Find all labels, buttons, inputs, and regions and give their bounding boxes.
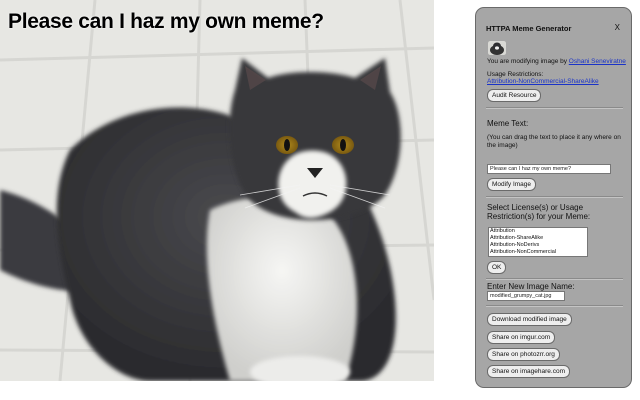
modify-image-button[interactable]: Modify Image xyxy=(487,178,537,191)
meme-caption-text[interactable]: Please can I haz my own meme? xyxy=(8,10,324,34)
meme-text-input[interactable]: Please can I haz my own meme? xyxy=(487,164,611,174)
license-option[interactable]: Attribution-NonCommercial xyxy=(490,249,586,256)
license-label: Select License(s) or Usage Restriction(s… xyxy=(487,203,591,221)
usage-restrictions-link[interactable]: Attribution-NonCommercial-ShareAlike xyxy=(487,78,599,85)
divider xyxy=(486,305,623,307)
meme-text-help: (You can drag the text to place it any w… xyxy=(487,134,621,149)
share-imgur-button[interactable]: Share on imgur.com xyxy=(487,331,556,344)
divider xyxy=(486,107,623,109)
share-imagehare-button[interactable]: Share on imagehare.com xyxy=(487,365,570,378)
ok-button[interactable]: OK xyxy=(487,261,507,274)
license-option[interactable]: Attribution-ShareAlike xyxy=(490,235,586,242)
audit-resource-button[interactable]: Audit Resource xyxy=(487,89,542,102)
license-option[interactable]: Attribution-NoDerivs xyxy=(490,242,586,249)
image-thumbnail xyxy=(488,41,506,55)
share-photozrr-button[interactable]: Share on photozrr.org xyxy=(487,348,560,361)
close-icon[interactable]: X xyxy=(615,23,620,32)
modifying-info: You are modifying image by Oshani Senevi… xyxy=(487,58,627,65)
author-link[interactable]: Oshani Seneviratne xyxy=(569,58,626,65)
cat-photo xyxy=(0,0,434,381)
new-name-label: Enter New Image Name: xyxy=(487,282,575,291)
new-name-input[interactable]: modified_grumpy_cat.jpg xyxy=(487,291,565,301)
meme-image: Please can I haz my own meme? xyxy=(0,0,434,381)
license-option[interactable]: Attribution xyxy=(490,228,586,235)
meme-text-label: Meme Text: xyxy=(487,119,529,128)
download-button[interactable]: Download modified image xyxy=(487,313,572,326)
divider xyxy=(486,278,623,280)
divider xyxy=(486,196,623,198)
modifying-prefix: You are modifying image by xyxy=(487,58,569,65)
panel-title: HTTPA Meme Generator xyxy=(486,24,572,33)
usage-restrictions-label: Usage Restrictions: xyxy=(487,71,544,78)
license-select[interactable]: Attribution Attribution-ShareAlike Attri… xyxy=(488,227,588,257)
meme-generator-panel: HTTPA Meme Generator X You are modifying… xyxy=(475,7,632,388)
